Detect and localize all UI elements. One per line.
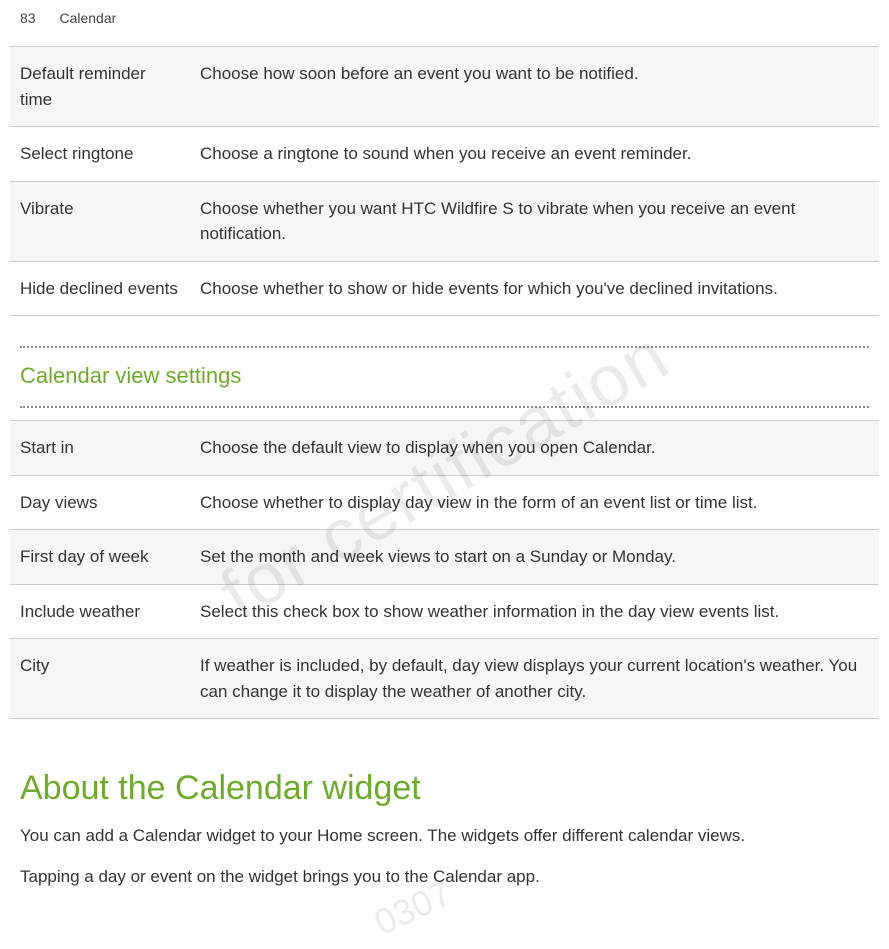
settings-table-reminder: Default reminder time Choose how soon be… [10, 46, 879, 316]
setting-label: Include weather [10, 584, 190, 639]
header-section-title: Calendar [59, 10, 116, 26]
settings-table-view: Start in Choose the default view to disp… [10, 420, 879, 719]
page-content: Default reminder time Choose how soon be… [0, 46, 889, 904]
setting-label: Select ringtone [10, 127, 190, 182]
setting-label: Start in [10, 421, 190, 476]
setting-label: First day of week [10, 530, 190, 585]
body-paragraph: Tapping a day or event on the widget bri… [10, 864, 879, 905]
table-row: Start in Choose the default view to disp… [10, 421, 879, 476]
setting-description: Select this check box to show weather in… [190, 584, 879, 639]
dotted-divider-top [20, 346, 869, 348]
subsection-heading: Calendar view settings [10, 358, 879, 394]
setting-description: Choose whether to show or hide events fo… [190, 261, 879, 316]
setting-description: Choose whether to display day view in th… [190, 475, 879, 530]
setting-label: Default reminder time [10, 47, 190, 127]
setting-description: Set the month and week views to start on… [190, 530, 879, 585]
table-row: First day of week Set the month and week… [10, 530, 879, 585]
setting-description: Choose how soon before an event you want… [190, 47, 879, 127]
setting-description: Choose a ringtone to sound when you rece… [190, 127, 879, 182]
subsection: Calendar view settings [10, 346, 879, 408]
table-row: Default reminder time Choose how soon be… [10, 47, 879, 127]
page-header: 83 Calendar [0, 0, 889, 46]
table-row: Vibrate Choose whether you want HTC Wild… [10, 181, 879, 261]
table-row: Include weather Select this check box to… [10, 584, 879, 639]
setting-description: Choose the default view to display when … [190, 421, 879, 476]
body-paragraph: You can add a Calendar widget to your Ho… [10, 823, 879, 864]
page-number: 83 [20, 10, 36, 26]
table-row: Hide declined events Choose whether to s… [10, 261, 879, 316]
table-row: Select ringtone Choose a ringtone to sou… [10, 127, 879, 182]
setting-description: Choose whether you want HTC Wildfire S t… [190, 181, 879, 261]
setting-label: Hide declined events [10, 261, 190, 316]
dotted-divider-bottom [20, 406, 869, 408]
setting-label: Day views [10, 475, 190, 530]
table-row: Day views Choose whether to display day … [10, 475, 879, 530]
setting-label: City [10, 639, 190, 719]
main-heading: About the Calendar widget [10, 749, 879, 823]
table-row: City If weather is included, by default,… [10, 639, 879, 719]
setting-label: Vibrate [10, 181, 190, 261]
setting-description: If weather is included, by default, day … [190, 639, 879, 719]
